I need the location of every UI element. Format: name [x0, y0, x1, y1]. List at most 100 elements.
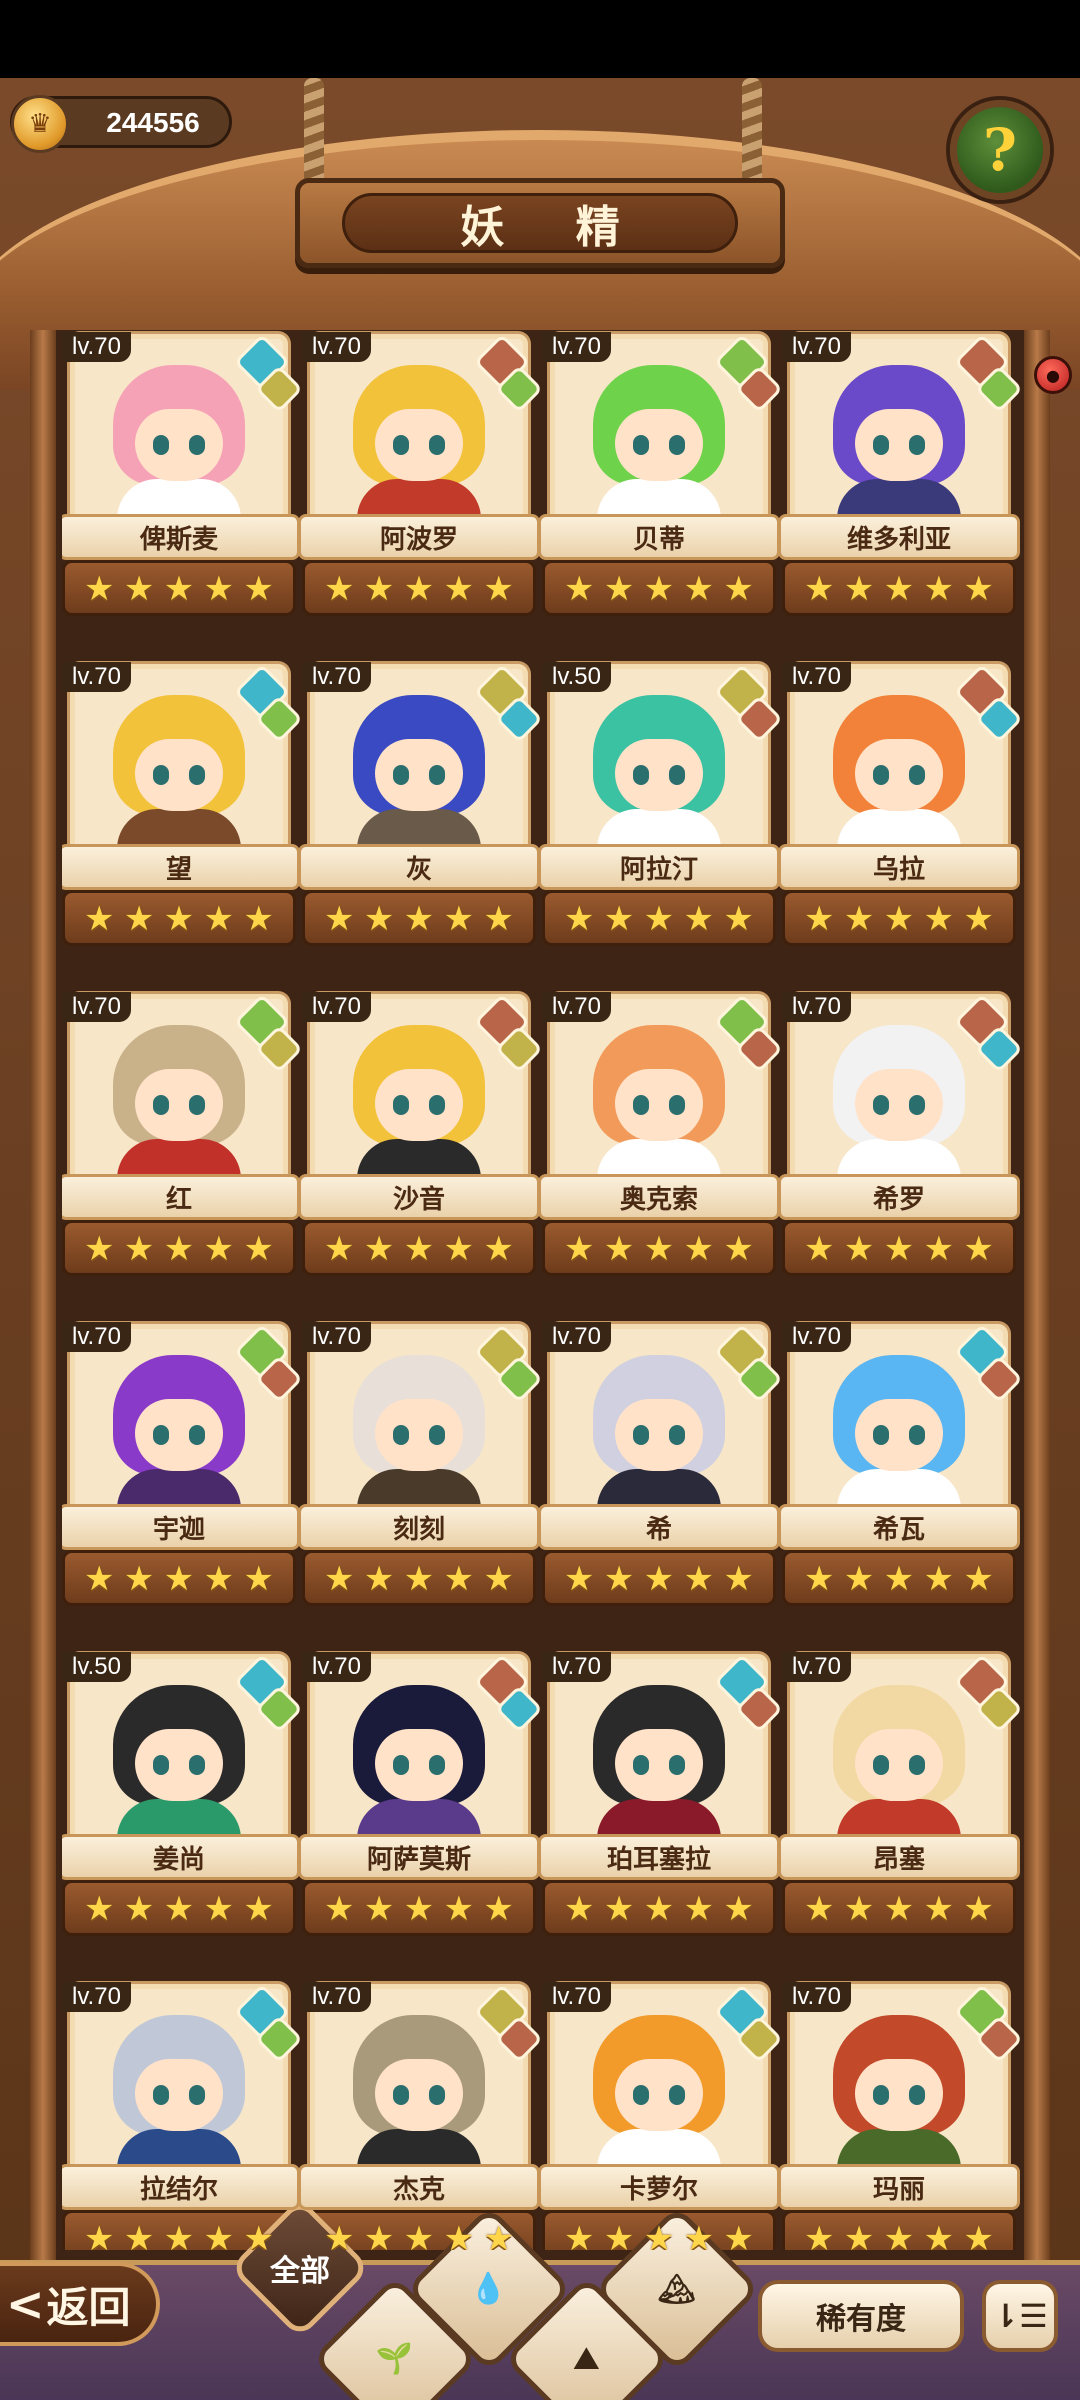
fairy-card[interactable]: lv.70 刻刻 ★ ★ ★ ★ ★ — [298, 1322, 544, 1606]
star-icon: ★ — [403, 2219, 435, 2250]
portrait-eye — [873, 435, 889, 455]
star-icon: ★ — [923, 899, 955, 939]
star-rating: ★ ★ ★ ★ ★ — [804, 902, 994, 936]
star-icon: ★ — [403, 1559, 435, 1599]
star-icon: ★ — [603, 2219, 635, 2250]
star-icon: ★ — [243, 899, 274, 939]
fairy-card[interactable]: lv.70 玛丽 ★ ★ ★ ★ ★ — [778, 1982, 1022, 2250]
portrait-face — [375, 1729, 463, 1801]
star-icon: ★ — [683, 1889, 715, 1929]
currency-display[interactable]: ♛ 244556 — [10, 95, 232, 153]
fairy-card[interactable]: lv.70 望 ★ ★ ★ ★ ★ — [62, 662, 304, 946]
fairy-card[interactable]: lv.70 珀耳塞拉 ★ ★ ★ ★ ★ — [538, 1652, 784, 1936]
portrait-face — [375, 739, 463, 811]
portrait-eye — [669, 1755, 685, 1775]
fairy-card[interactable]: lv.70 希罗 ★ ★ ★ ★ ★ — [778, 992, 1022, 1276]
fairy-name: 昂塞 — [778, 1834, 1020, 1880]
star-icon: ★ — [564, 1559, 595, 1599]
star-icon: ★ — [963, 2219, 994, 2250]
level-badge: lv.70 — [542, 1982, 611, 2012]
level-badge: lv.70 — [62, 1982, 131, 2012]
star-icon: ★ — [243, 1559, 274, 1599]
star-icon: ★ — [403, 1889, 435, 1929]
star-rating: ★ ★ ★ ★ ★ — [804, 2222, 994, 2250]
star-icon: ★ — [883, 2219, 915, 2250]
help-button[interactable]: ? — [950, 100, 1050, 200]
portrait-face — [375, 1399, 463, 1471]
portrait-eye — [189, 1425, 205, 1445]
fairy-name: 珀耳塞拉 — [538, 1834, 780, 1880]
portrait-face — [375, 2059, 463, 2131]
star-icon: ★ — [804, 1229, 835, 1269]
fairy-name: 红 — [62, 1174, 300, 1220]
level-badge: lv.70 — [542, 1652, 611, 1682]
level-badge: lv.70 — [542, 1322, 611, 1352]
portrait-eye — [153, 1095, 169, 1115]
portrait-eye — [633, 1095, 649, 1115]
star-icon: ★ — [163, 1559, 195, 1599]
fairy-card[interactable]: lv.70 希 ★ ★ ★ ★ ★ — [538, 1322, 784, 1606]
star-icon: ★ — [883, 899, 915, 939]
star-icon: ★ — [123, 899, 155, 939]
fairy-card[interactable]: lv.70 阿萨莫斯 ★ ★ ★ ★ ★ — [298, 1652, 544, 1936]
star-icon: ★ — [163, 1889, 195, 1929]
portrait-eye — [873, 1425, 889, 1445]
level-badge: lv.70 — [302, 332, 371, 362]
back-button[interactable]: < 返回 — [0, 2262, 160, 2346]
fairy-name: 卡萝尔 — [538, 2164, 780, 2210]
portrait-eye — [153, 765, 169, 785]
fairy-card[interactable]: lv.70 贝蒂 ★ ★ ★ ★ ★ — [538, 332, 784, 616]
level-badge: lv.70 — [782, 992, 851, 1022]
fairy-card[interactable]: lv.50 阿拉汀 ★ ★ ★ ★ ★ — [538, 662, 784, 946]
fairy-name: 望 — [62, 844, 300, 890]
fairy-card[interactable]: lv.70 希瓦 ★ ★ ★ ★ ★ — [778, 1322, 1022, 1606]
portrait-face — [135, 1399, 223, 1471]
portrait-eye — [633, 435, 649, 455]
portrait-eye — [429, 1425, 445, 1445]
fairy-card[interactable]: lv.70 宇迦 ★ ★ ★ ★ ★ — [62, 1322, 304, 1606]
fairy-card[interactable]: lv.70 灰 ★ ★ ★ ★ ★ — [298, 662, 544, 946]
star-icon: ★ — [603, 1559, 635, 1599]
star-icon: ★ — [483, 1559, 514, 1599]
portrait-eye — [153, 1425, 169, 1445]
portrait-eye — [189, 435, 205, 455]
fairy-card[interactable]: lv.50 姜尚 ★ ★ ★ ★ ★ — [62, 1652, 304, 1936]
fairy-card[interactable]: lv.70 卡萝尔 ★ ★ ★ ★ ★ — [538, 1982, 784, 2250]
fairy-card[interactable]: lv.70 沙音 ★ ★ ★ ★ ★ — [298, 992, 544, 1276]
portrait-eye — [189, 2085, 205, 2105]
fairy-name: 沙音 — [298, 1174, 540, 1220]
page-title: 妖 精 — [342, 193, 738, 253]
portrait-eye — [633, 2085, 649, 2105]
fairy-card[interactable]: lv.70 昂塞 ★ ★ ★ ★ ★ — [778, 1652, 1022, 1936]
star-icon: ★ — [443, 1229, 475, 1269]
fairy-card[interactable]: lv.70 拉结尔 ★ ★ ★ ★ ★ — [62, 1982, 304, 2250]
fairy-card[interactable]: lv.70 阿波罗 ★ ★ ★ ★ ★ — [298, 332, 544, 616]
fairy-card[interactable]: lv.70 红 ★ ★ ★ ★ ★ — [62, 992, 304, 1276]
star-rating: ★ ★ ★ ★ ★ — [324, 1892, 514, 1926]
level-badge: lv.70 — [302, 662, 371, 692]
portrait-eye — [633, 765, 649, 785]
star-icon: ★ — [723, 1229, 754, 1269]
level-badge: lv.70 — [302, 1652, 371, 1682]
fairy-card[interactable]: lv.70 杰克 ★ ★ ★ ★ ★ — [298, 1982, 544, 2250]
right-post — [1024, 330, 1050, 2280]
portrait-eye — [669, 1425, 685, 1445]
level-badge: lv.50 — [542, 662, 611, 692]
filter-all-label: 全部 — [270, 2254, 330, 2289]
star-icon: ★ — [843, 899, 875, 939]
scroll-indicator[interactable]: ● — [1034, 356, 1072, 394]
fairy-card[interactable]: lv.70 奥克索 ★ ★ ★ ★ ★ — [538, 992, 784, 1276]
sort-order-button[interactable]: ⇂☰ — [982, 2280, 1058, 2352]
star-rating: ★ ★ ★ ★ ★ — [564, 1232, 754, 1266]
portrait-eye — [153, 435, 169, 455]
fairy-card[interactable]: lv.70 俾斯麦 ★ ★ ★ ★ ★ — [62, 332, 304, 616]
fairy-card[interactable]: lv.70 乌拉 ★ ★ ★ ★ ★ — [778, 662, 1022, 946]
rarity-sort-button[interactable]: 稀有度 — [758, 2280, 964, 2352]
star-icon: ★ — [643, 2219, 675, 2250]
portrait-eye — [909, 435, 925, 455]
fairy-card[interactable]: lv.70 维多利亚 ★ ★ ★ ★ ★ — [778, 332, 1022, 616]
fairy-name: 维多利亚 — [778, 514, 1020, 560]
fairy-name: 阿萨莫斯 — [298, 1834, 540, 1880]
fairy-name: 阿波罗 — [298, 514, 540, 560]
portrait-eye — [429, 2085, 445, 2105]
